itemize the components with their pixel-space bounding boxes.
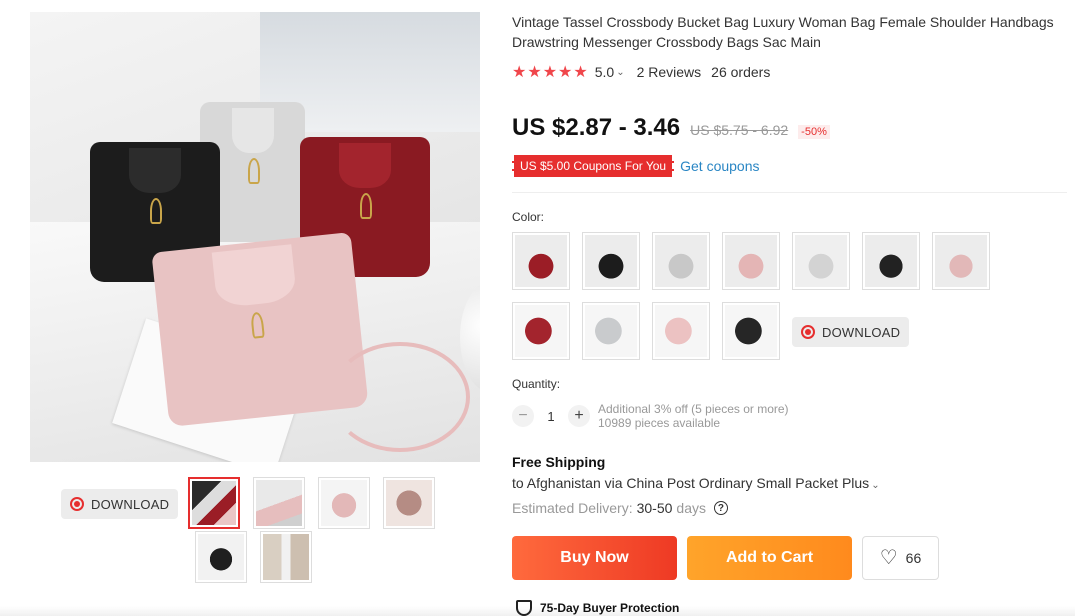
discount-badge: -50% — [798, 125, 830, 139]
help-icon[interactable]: ? — [713, 501, 728, 515]
gallery-thumb[interactable] — [253, 477, 305, 529]
coupon-badge[interactable]: US $5.00 Coupons For You — [512, 155, 675, 177]
rating-row: ★★★★★ 5.0 ⌄ 2 Reviews 26 orders — [512, 62, 770, 82]
color-swatch[interactable] — [652, 302, 710, 360]
orders-count: 26 orders — [711, 64, 771, 80]
delivery-label: Estimated Delivery: — [512, 500, 633, 516]
current-price: US $2.87 - 3.46 — [512, 114, 681, 141]
main-product-image[interactable] — [30, 12, 480, 462]
price-row: US $2.87 - 3.46 US $5.75 - 6.92 -50% — [512, 114, 830, 142]
shipping-destination[interactable]: to Afghanistan via China Post Ordinary S… — [512, 475, 892, 491]
shipping-title: Free Shipping — [512, 454, 606, 470]
buy-now-button[interactable]: Buy Now — [512, 536, 677, 580]
gallery-thumb[interactable] — [318, 477, 370, 529]
delivery-days: 30-50 — [636, 500, 673, 516]
color-swatch[interactable] — [512, 232, 570, 290]
download-image-button[interactable]: DOWNLOAD — [61, 489, 179, 519]
gallery-thumb[interactable] — [188, 477, 240, 529]
quantity-stepper: − 1 + Additional 3% off (5 pieces or mor… — [512, 402, 789, 430]
download-label: DOWNLOAD — [822, 324, 901, 340]
color-label: Color: — [512, 210, 545, 224]
chevron-down-icon: ⌄ — [871, 480, 880, 491]
coupon-row: US $5.00 Coupons For You Get coupons — [512, 155, 760, 177]
color-swatch[interactable] — [792, 232, 850, 290]
gallery-thumb[interactable] — [383, 477, 435, 529]
download-sku-button[interactable]: DOWNLOAD — [792, 317, 910, 347]
rating-stars-icon: ★★★★★ — [512, 64, 589, 81]
quantity-label: Quantity: — [512, 377, 561, 391]
quantity-input[interactable]: 1 — [534, 409, 568, 424]
download-icon — [801, 325, 815, 339]
color-swatch[interactable] — [722, 232, 780, 290]
quantity-info: Additional 3% off (5 pieces or more) 109… — [598, 402, 789, 430]
add-to-cart-button[interactable]: Add to Cart — [687, 536, 852, 580]
wishlist-count: 66 — [905, 550, 922, 566]
wishlist-button[interactable]: ♡ 66 — [862, 536, 939, 580]
color-swatch[interactable] — [652, 232, 710, 290]
heart-icon: ♡ — [879, 547, 898, 569]
get-coupons-link[interactable]: Get coupons — [680, 158, 759, 174]
shipping-destination-text: to Afghanistan via China Post Ordinary S… — [512, 475, 870, 491]
download-label: DOWNLOAD — [91, 496, 170, 512]
gallery-thumb[interactable] — [260, 531, 312, 583]
color-swatch[interactable] — [512, 302, 570, 360]
color-swatch[interactable] — [722, 302, 780, 360]
estimated-delivery: Estimated Delivery: 30-50 days ? — [512, 500, 728, 516]
quantity-minus-button[interactable]: − — [512, 405, 534, 427]
color-swatch[interactable] — [582, 302, 640, 360]
gallery-thumb[interactable] — [195, 531, 247, 583]
delivery-unit: days — [676, 500, 706, 516]
rating-value[interactable]: 5.0 — [595, 64, 614, 80]
download-icon — [70, 497, 84, 511]
chevron-down-icon[interactable]: ⌄ — [616, 67, 624, 78]
color-swatch[interactable] — [932, 232, 990, 290]
color-swatch[interactable] — [862, 232, 920, 290]
bag-strap — [330, 342, 470, 452]
bulk-discount-note: Additional 3% off (5 pieces or more) — [598, 402, 789, 416]
bottom-shadow — [0, 606, 1075, 616]
stock-available: 10989 pieces available — [598, 416, 721, 430]
quantity-plus-button[interactable]: + — [568, 405, 590, 427]
reviews-link[interactable]: 2 Reviews — [637, 64, 702, 80]
color-swatch[interactable] — [582, 232, 640, 290]
product-title: Vintage Tassel Crossbody Bucket Bag Luxu… — [512, 14, 1054, 50]
original-price: US $5.75 - 6.92 — [690, 122, 789, 138]
section-divider — [512, 192, 1067, 193]
